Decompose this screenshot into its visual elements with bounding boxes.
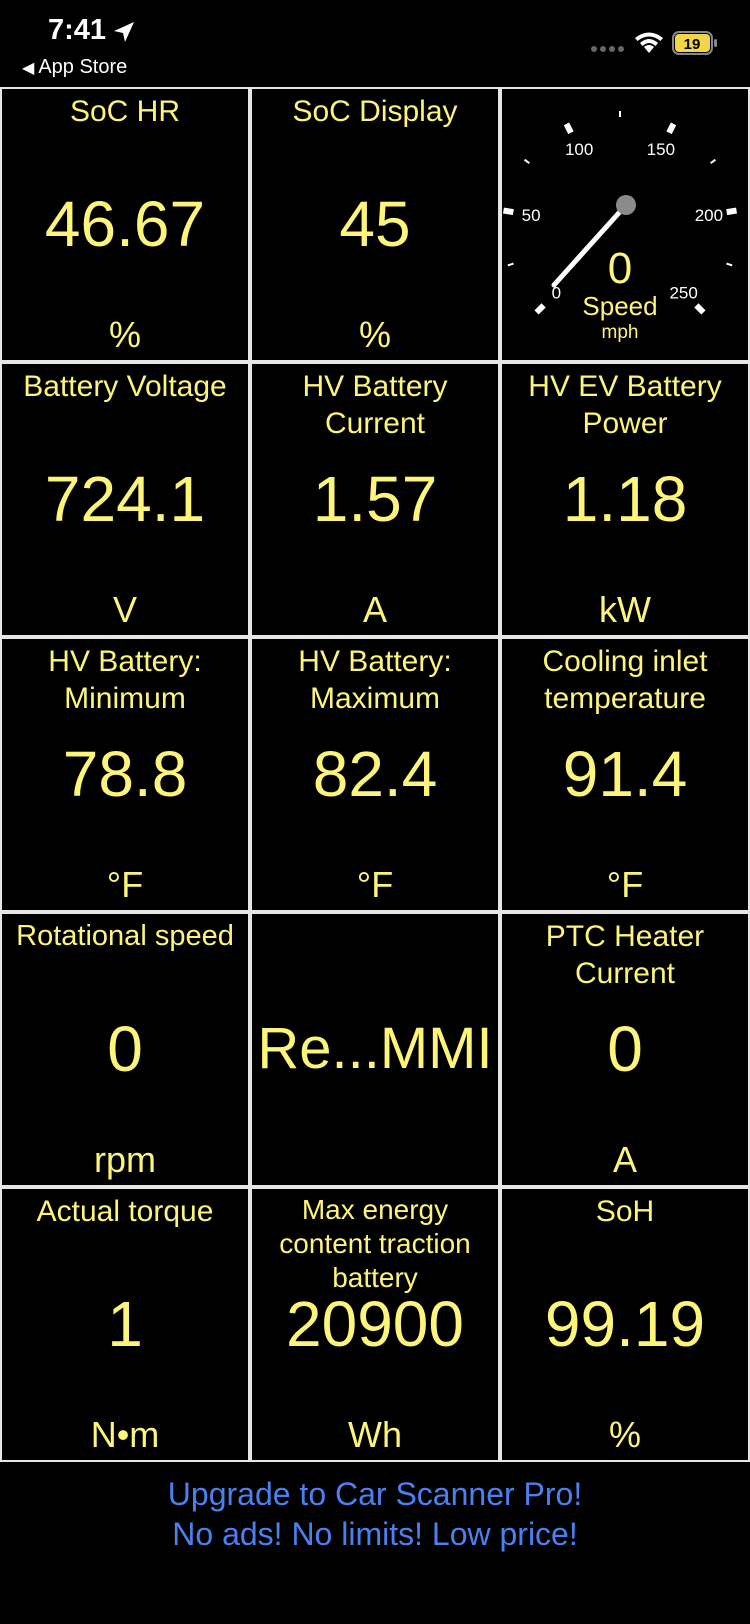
tile-max-energy-content[interactable]: Max energy content traction battery 2090… (250, 1187, 500, 1462)
tile-unit: V (112, 589, 137, 630)
upgrade-promo-banner[interactable]: Upgrade to Car Scanner Pro! No ads! No l… (0, 1474, 750, 1554)
tile-title: PTC Heater Current (545, 920, 705, 990)
gauge-hub (616, 195, 636, 215)
tile-battery-voltage[interactable]: Battery Voltage 724.1 V (0, 362, 250, 637)
tile-title: Battery Voltage (23, 370, 227, 403)
tile-unit: rpm (94, 1139, 156, 1180)
tile-value: 724.1 (44, 463, 206, 535)
gauge-tick (666, 122, 677, 135)
tile-unit: N•m (90, 1414, 160, 1455)
tile-value: 20900 (286, 1288, 464, 1360)
tile-speed-gauge[interactable]: 0 50 100 150 200 250 0 Speed mph (500, 87, 750, 362)
tile-value: 99.19 (544, 1288, 706, 1360)
gauge-tick (694, 303, 706, 315)
tile-unit: °F (606, 864, 644, 905)
tile-title: SoC HR (69, 95, 181, 128)
speedometer-gauge: 050100 150200250 0 Speed mph (502, 111, 738, 343)
gauge-tick (726, 262, 733, 267)
tile-unit: Wh (348, 1414, 402, 1455)
tile-hv-battery-current[interactable]: HV Battery Current 1.57 A (250, 362, 500, 637)
tile-ptc-heater-current[interactable]: PTC Heater Current 0 A (500, 912, 750, 1187)
tile-value: 0 (607, 1013, 643, 1085)
tile-cooling-inlet-temperature[interactable]: Cooling inlet temperature 91.4 °F (500, 637, 750, 912)
tile-value: 45 (339, 188, 411, 260)
gauge-tick (710, 158, 717, 164)
tile-unit: % (608, 1414, 641, 1455)
tile-hv-battery-maximum[interactable]: HV Battery: Maximum 82.4 °F (250, 637, 500, 912)
tile-title: HV Battery Current (302, 370, 448, 440)
gauge-tick-label: 200 (695, 206, 723, 225)
gauge-tick (534, 303, 546, 315)
gauge-value: 0 (608, 244, 632, 293)
tile-actual-torque[interactable]: Actual torque 1 N•m (0, 1187, 250, 1462)
gauge-grid: SoC HR 46.67 % SoC Display 45 % 0 50 100 15… (0, 87, 750, 1462)
back-triangle-icon: ◀ (22, 60, 35, 77)
tile-value: Re...MMI (257, 1016, 493, 1081)
tile-unit: kW (599, 589, 651, 630)
tile-value: 1 (107, 1288, 143, 1360)
status-time: 7:41 (48, 14, 107, 46)
tile-value: 0 (107, 1013, 143, 1085)
tile-value: 82.4 (312, 738, 438, 810)
promo-line-2: No ads! No limits! Low price! (172, 1516, 578, 1552)
battery-level: 19 (684, 36, 701, 53)
tile-soc-display[interactable]: SoC Display 45 % (250, 87, 500, 362)
tile-soc-hr[interactable]: SoC HR 46.67 % (0, 87, 250, 362)
back-label: App Store (38, 56, 128, 78)
gauge-unit: mph (602, 322, 639, 343)
tile-unit: A (362, 589, 387, 630)
tile-hv-ev-battery-power[interactable]: HV EV Battery Power 1.18 kW (500, 362, 750, 637)
tile-title: SoC Display (292, 95, 458, 128)
back-to-app-store-link[interactable]: ◀ App Store (22, 56, 127, 79)
tile-title: Rotational speed (16, 920, 234, 952)
gauge-tick-label: 250 (669, 284, 697, 303)
tile-unit: A (612, 1139, 637, 1180)
gauge-tick (507, 262, 514, 267)
tile-hv-battery-minimum[interactable]: HV Battery: Minimum 78.8 °F (0, 637, 250, 912)
tile-value: 1.18 (562, 463, 688, 535)
tile-title: Cooling inlet temperature (542, 645, 708, 715)
tile-unit: % (108, 314, 141, 355)
tile-rotational-speed[interactable]: Rotational speed 0 rpm (0, 912, 250, 1187)
status-bar: 7:41 ◀ App Store 19 (0, 0, 750, 88)
gauge-tick-label: 50 (522, 206, 541, 225)
tile-mmi[interactable]: Re...MMI (250, 912, 500, 1187)
gauge-tick-label: 100 (565, 140, 593, 159)
location-arrow-icon (114, 22, 134, 42)
tile-soh[interactable]: SoH 99.19 % (500, 1187, 750, 1462)
tile-title: HV EV Battery Power (528, 370, 722, 440)
tile-title: Max energy content traction battery (279, 1194, 471, 1293)
tile-unit: °F (106, 864, 144, 905)
gauge-tick (563, 122, 574, 135)
gauge-tick-label: 150 (647, 140, 675, 159)
tile-unit: °F (356, 864, 394, 905)
tile-value: 1.57 (312, 463, 438, 535)
tile-title: HV Battery: Maximum (298, 645, 452, 715)
gauge-label: Speed (582, 291, 657, 321)
wifi-icon (635, 32, 663, 53)
gauge-tick (523, 158, 530, 164)
gauge-tick (502, 207, 514, 216)
tile-value: 91.4 (562, 738, 688, 810)
tile-title: Actual torque (36, 1195, 214, 1228)
tile-value: 46.67 (44, 188, 206, 260)
tile-unit: % (358, 314, 391, 355)
battery-icon: 19 (672, 31, 717, 55)
tile-value: 78.8 (62, 738, 188, 810)
tile-title: SoH (595, 1195, 655, 1228)
gauge-tick (726, 207, 738, 216)
promo-line-1: Upgrade to Car Scanner Pro! (167, 1476, 583, 1512)
tile-title: HV Battery: Minimum (48, 645, 202, 715)
cellular-signal-icon (591, 46, 624, 52)
